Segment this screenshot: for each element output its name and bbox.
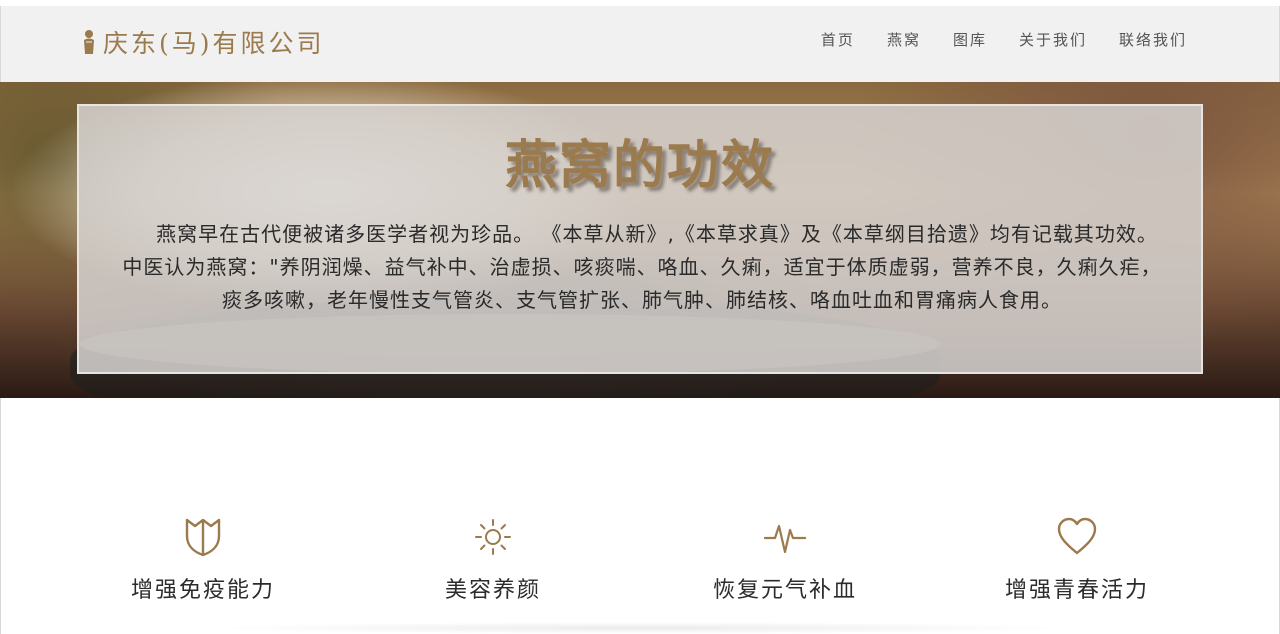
feature-label: 恢复元气补血 [712,578,857,603]
shield-icon [185,518,221,557]
hero-banner: 燕窝的功效 燕窝早在古代便被诸多医学者视为珍品。 《本草从新》,《本草求真》及《… [0,82,1280,398]
feature-label: 增强青春活力 [1004,578,1149,603]
feature-label: 美容养颜 [444,578,541,603]
feature-vitality: 恢复元气补血 [665,516,905,606]
feature-label: 增强免疫能力 [130,578,275,603]
features-section: 增强免疫能力 美容养颜 恢复元气补血 增强青春活力 [0,398,1280,634]
sun-icon [475,519,511,555]
hero-text-panel: 燕窝的功效 燕窝早在古代便被诸多医学者视为珍品。 《本草从新》,《本草求真》及《… [77,104,1203,374]
hero-title: 燕窝的功效 [504,136,775,196]
nav-gallery[interactable]: 图库 [953,28,987,52]
brand-name: 庆东(马)有限公司 [103,29,325,58]
nav-about[interactable]: 关于我们 [1019,28,1087,52]
feature-beauty: 美容养颜 [373,516,613,606]
heart-icon [1057,517,1097,555]
hero-description: 燕窝早在古代便被诸多医学者视为珍品。 《本草从新》,《本草求真》及《本草纲目拾遗… [122,222,1162,312]
site-header: 庆东(马)有限公司 首页 燕窝 图库 关于我们 联络我们 [0,6,1280,82]
section-shadow [200,622,1080,634]
feature-immunity: 增强免疫能力 [83,516,323,606]
brand-figure-icon [84,30,94,54]
nav-home[interactable]: 首页 [821,28,855,52]
nav-contact[interactable]: 联络我们 [1119,28,1187,52]
brand-logo-link[interactable]: 庆东(马)有限公司 [81,24,325,60]
main-nav: 首页 燕窝 图库 关于我们 联络我们 [821,28,1187,52]
nav-birdnest[interactable]: 燕窝 [887,28,921,52]
feature-youth: 增强青春活力 [957,516,1197,606]
pulse-icon [764,524,806,554]
